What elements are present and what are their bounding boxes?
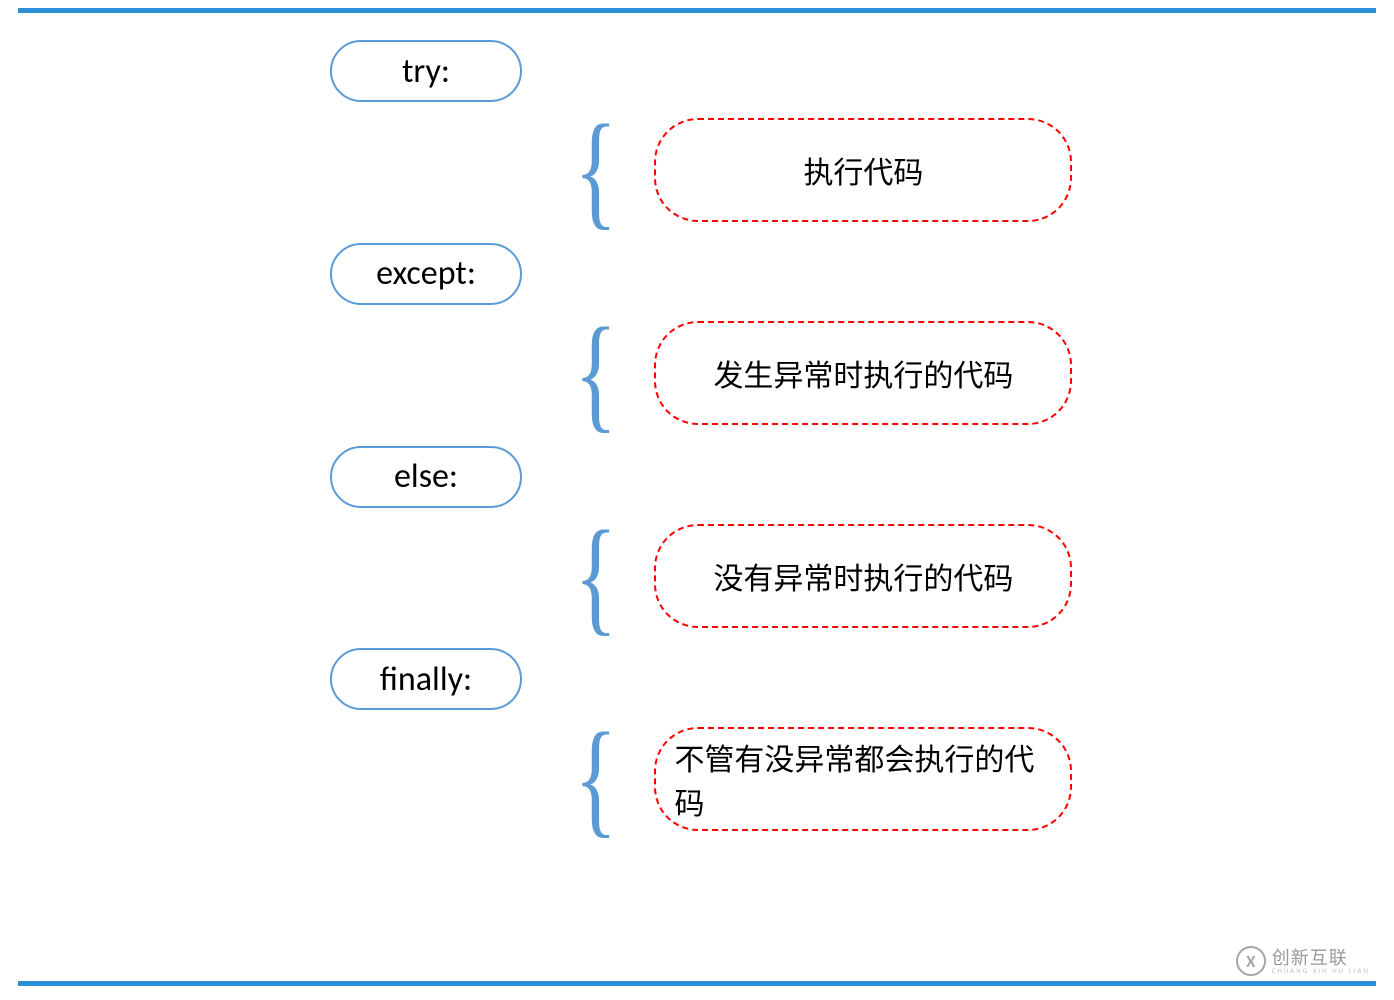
finally-description-box: 不管有没异常都会执行的代码 [654, 727, 1072, 831]
else-description-label: 没有异常时执行的代码 [713, 554, 1013, 598]
try-description-label: 执行代码 [803, 148, 923, 192]
diagram-container: try: { 执行代码 except: { 发生异常时执行的代码 else: {… [330, 40, 1130, 851]
bottom-border [18, 981, 1376, 986]
brace-icon: { [574, 116, 617, 225]
watermark-logo-icon: X [1236, 946, 1266, 976]
else-body-row: { 没有异常时执行的代码 [565, 522, 1130, 631]
watermark-logo-letter: X [1246, 951, 1255, 972]
else-keyword-label: else: [394, 456, 458, 497]
watermark-text: 创新互联 CHUANG XIN HU LIAN [1272, 949, 1370, 974]
finally-keyword-label: finally: [380, 659, 472, 700]
except-keyword-label: except: [376, 253, 476, 294]
finally-section: finally: { 不管有没异常都会执行的代码 [330, 648, 1130, 833]
except-body-row: { 发生异常时执行的代码 [565, 319, 1130, 428]
except-description-box: 发生异常时执行的代码 [654, 321, 1072, 425]
else-section: else: { 没有异常时执行的代码 [330, 446, 1130, 631]
else-description-box: 没有异常时执行的代码 [654, 524, 1072, 628]
except-section: except: { 发生异常时执行的代码 [330, 243, 1130, 428]
except-keyword-box: except: [330, 243, 522, 305]
finally-body-row: { 不管有没异常都会执行的代码 [565, 724, 1130, 833]
brace-icon: { [574, 522, 617, 631]
watermark-sub-label: CHUANG XIN HU LIAN [1272, 967, 1370, 974]
brace-icon: { [574, 319, 617, 428]
try-section: try: { 执行代码 [330, 40, 1130, 225]
watermark-main-label: 创新互联 [1272, 949, 1370, 967]
try-keyword-box: try: [330, 40, 522, 102]
brace-icon: { [574, 724, 617, 833]
try-keyword-label: try: [402, 51, 450, 92]
else-keyword-box: else: [330, 446, 522, 508]
try-description-box: 执行代码 [654, 118, 1072, 222]
except-description-label: 发生异常时执行的代码 [713, 351, 1013, 395]
finally-description-label: 不管有没异常都会执行的代码 [674, 735, 1052, 823]
finally-keyword-box: finally: [330, 648, 522, 710]
try-body-row: { 执行代码 [565, 116, 1130, 225]
watermark: X 创新互联 CHUANG XIN HU LIAN [1236, 946, 1370, 976]
top-border [18, 8, 1376, 13]
